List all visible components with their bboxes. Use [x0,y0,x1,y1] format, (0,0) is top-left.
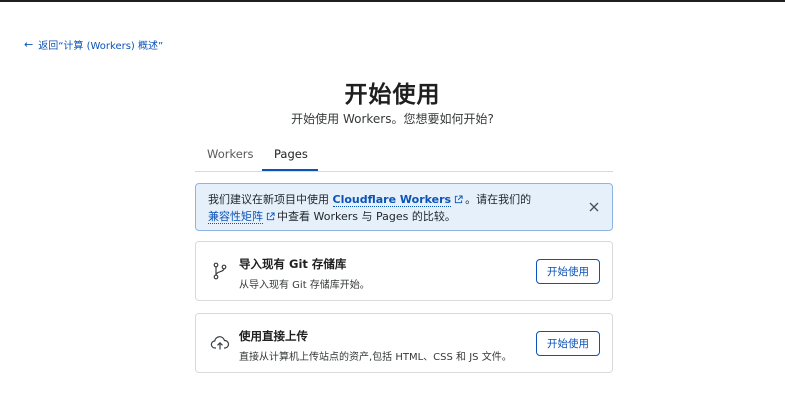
tab-pages[interactable]: Pages [274,147,308,161]
card-title: 使用直接上传 [239,329,308,343]
info-text-part-2: 。请在我们的 [465,193,532,206]
page-subtitle: 开始使用 Workers。您想要如何开始? [291,112,494,126]
back-link-label: 返回“计算 (Workers) 概述” [38,41,164,52]
window-top-border [0,0,785,2]
info-text-part-1: 我们建议在新项目中使用 [208,193,329,206]
tab-workers[interactable]: Workers [207,147,254,161]
card-description: 直接从计算机上传站点的资产,包括 HTML、CSS 和 JS 文件。 [239,352,512,363]
active-tab-indicator [262,169,318,171]
import-git-card: 导入现有 Git 存储库 从导入现有 Git 存储库开始。 开始使用 [195,241,613,301]
cloud-upload-icon [210,336,230,350]
close-icon[interactable] [587,200,601,214]
external-link-icon [454,195,463,204]
arrow-left-icon: ← [24,38,34,51]
git-branch-icon [213,262,227,280]
cloudflare-workers-link[interactable]: Cloudflare Workers [332,193,452,207]
direct-upload-start-button[interactable]: 开始使用 [536,331,600,356]
page-title: 开始使用 [344,82,441,108]
direct-upload-card: 使用直接上传 直接从计算机上传站点的资产,包括 HTML、CSS 和 JS 文件… [195,313,613,373]
card-title: 导入现有 Git 存储库 [239,257,347,271]
info-banner-text: 我们建议在新项目中使用 Cloudflare Workers 。请在我们的 兼容性… [208,191,573,225]
back-link[interactable]: ← 返回“计算 (Workers) 概述” [24,37,163,52]
import-git-start-button[interactable]: 开始使用 [536,259,600,284]
tab-bar: Workers Pages [195,141,613,172]
info-banner: 我们建议在新项目中使用 Cloudflare Workers 。请在我们的 兼容性… [195,183,613,231]
external-link-icon [266,212,275,221]
card-description: 从导入现有 Git 存储库开始。 [239,280,370,291]
compatibility-matrix-link[interactable]: 兼容性矩阵 [208,210,263,224]
info-text-part-3: 中查看 Workers 与 Pages 的比较。 [277,210,456,223]
